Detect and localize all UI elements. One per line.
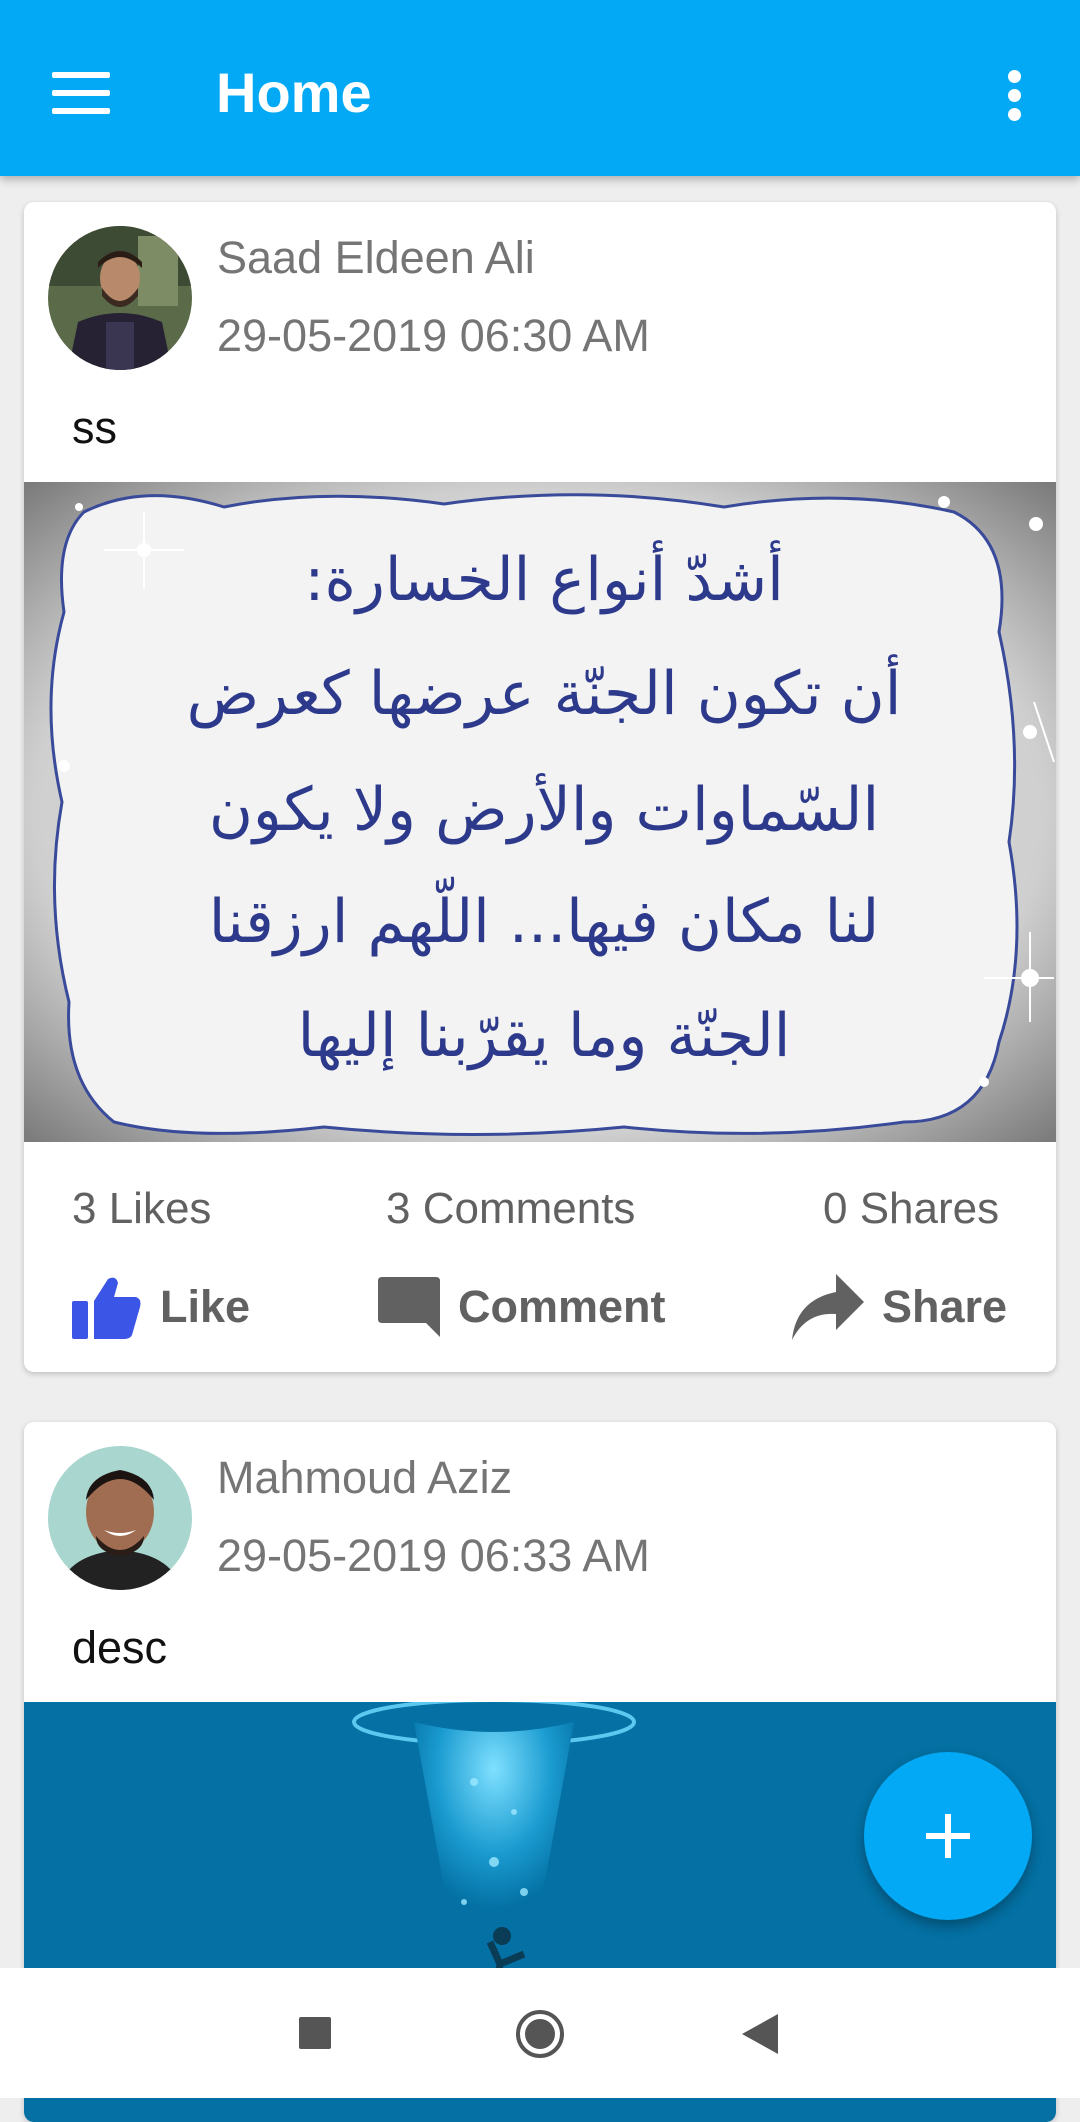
likes-count[interactable]: 3 Likes (72, 1184, 211, 1234)
avatar[interactable] (48, 1446, 192, 1590)
more-vert-icon[interactable] (1000, 68, 1030, 122)
add-post-button[interactable] (864, 1752, 1032, 1920)
shares-count[interactable]: 0 Shares (823, 1184, 999, 1234)
share-arrow-icon (792, 1274, 864, 1340)
post-description: desc (72, 1622, 168, 1673)
back-triangle-icon[interactable] (742, 2014, 778, 2054)
like-label: Like (160, 1281, 251, 1332)
image-text-line: الجنّة وما يقرّبنا إليها (298, 1001, 791, 1071)
post-author[interactable]: Saad Eldeen Ali (217, 232, 535, 284)
post-card: Saad Eldeen Ali 29-05-2019 06:30 AM ss أ… (24, 202, 1056, 1372)
post-timestamp: 29-05-2019 06:30 AM (217, 310, 650, 361)
system-nav-bar (0, 1968, 1080, 2098)
share-button[interactable]: Share (792, 1272, 1007, 1342)
image-text-line: أشدّ أنواع الخسارة: (304, 540, 784, 615)
comment-label: Comment (458, 1281, 666, 1332)
page-title: Home (216, 61, 372, 124)
comment-button[interactable]: Comment (378, 1272, 666, 1342)
hamburger-menu-icon[interactable] (52, 68, 112, 118)
comment-icon (378, 1277, 440, 1337)
image-text-line: لنا مكان فيها... اللّهم ارزقنا (209, 877, 880, 957)
post-description: ss (72, 402, 117, 453)
app-bar: Home (0, 0, 1080, 176)
comments-count[interactable]: 3 Comments (386, 1184, 635, 1234)
thumbs-up-icon (72, 1277, 141, 1339)
recents-square-icon[interactable] (298, 2016, 332, 2050)
post-image[interactable]: أشدّ أنواع الخسارة: أن تكون الجنّة عرضها… (24, 482, 1056, 1142)
post-timestamp: 29-05-2019 06:33 AM (217, 1530, 650, 1581)
like-button[interactable]: Like (72, 1272, 250, 1342)
post-author[interactable]: Mahmoud Aziz (217, 1452, 512, 1504)
home-circle-icon[interactable] (514, 2008, 566, 2060)
share-label: Share (882, 1281, 1008, 1332)
image-text-line: السّماوات والأرض ولا يكون (209, 773, 879, 845)
avatar[interactable] (48, 226, 192, 370)
image-text-line: أن تكون الجنّة عرضها كعرض (187, 654, 902, 729)
